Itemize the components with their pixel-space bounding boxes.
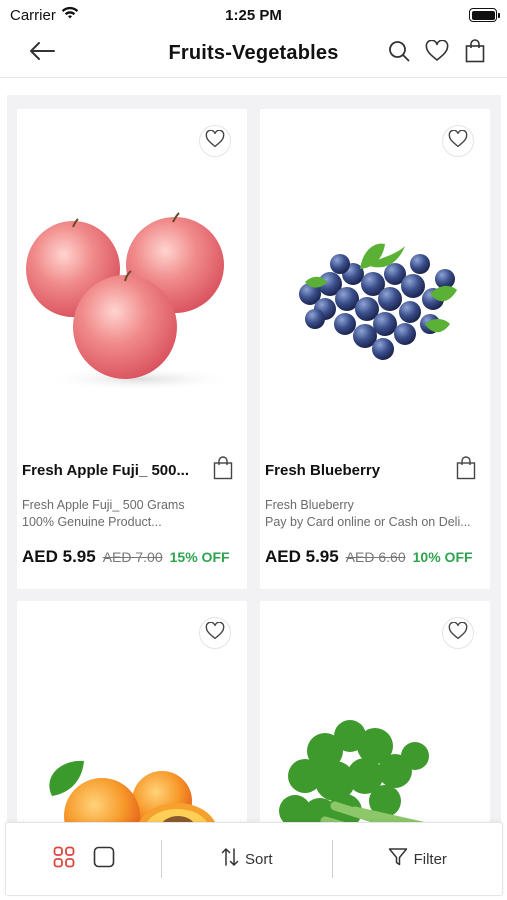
original-price: AED 7.00 <box>102 549 163 565</box>
filter-label: Filter <box>413 850 447 868</box>
product-card[interactable] <box>260 601 490 825</box>
grid-view-icon <box>53 846 75 873</box>
product-description: Fresh Blueberry Pay by Card online or Ca… <box>265 497 484 531</box>
favorite-button[interactable] <box>199 617 231 649</box>
discount-badge: 10% OFF <box>412 549 473 565</box>
add-to-cart-button[interactable] <box>211 455 235 485</box>
back-arrow-icon <box>29 41 55 66</box>
heart-icon <box>205 129 225 153</box>
product-name[interactable]: Fresh Apple Fuji_ 500... <box>22 462 211 479</box>
filter-icon <box>388 847 408 871</box>
description-line: 100% Genuine Product... <box>22 515 162 529</box>
product-image-apricot[interactable] <box>17 711 247 825</box>
wifi-icon <box>61 6 79 24</box>
status-bar: Carrier 1:25 PM <box>0 0 507 30</box>
sort-label: Sort <box>244 850 273 868</box>
product-list: Fresh Apple Fuji_ 500... Fresh Apple Fuj… <box>7 95 501 825</box>
search-button[interactable] <box>387 40 411 67</box>
original-price: AED 6.60 <box>345 549 406 565</box>
carrier-label: Carrier <box>10 6 56 24</box>
product-name[interactable]: Fresh Blueberry <box>265 462 454 479</box>
current-price: AED 5.95 <box>22 547 96 566</box>
back-button[interactable] <box>12 30 72 78</box>
shopping-bag-icon <box>456 455 476 485</box>
search-icon <box>388 40 410 67</box>
shopping-bag-icon <box>213 455 233 485</box>
heart-icon <box>448 621 468 645</box>
sort-icon <box>221 847 239 871</box>
price-row: AED 5.95 AED 7.00 15% OFF <box>22 547 241 567</box>
view-toggle <box>6 846 161 873</box>
heart-icon <box>448 129 468 153</box>
favorite-button[interactable] <box>442 617 474 649</box>
current-price: AED 5.95 <box>265 547 339 566</box>
wishlist-button[interactable] <box>425 39 449 67</box>
description-line: Fresh Blueberry <box>265 498 354 512</box>
app-header: Fruits-Vegetables <box>0 30 507 78</box>
heart-icon <box>205 621 225 645</box>
price-row: AED 5.95 AED 6.60 10% OFF <box>265 547 484 567</box>
product-description: Fresh Apple Fuji_ 500 Grams 100% Genuine… <box>22 497 241 531</box>
description-line: Pay by Card online or Cash on Deli... <box>265 515 471 529</box>
product-card[interactable]: Fresh Blueberry Fresh Blueberry Pay by C… <box>260 109 490 589</box>
description-line: Fresh Apple Fuji_ 500 Grams <box>22 498 185 512</box>
product-image-apple[interactable] <box>17 179 247 419</box>
favorite-button[interactable] <box>442 125 474 157</box>
filter-button[interactable]: Filter <box>333 823 503 895</box>
battery-icon <box>469 8 500 22</box>
add-to-cart-button[interactable] <box>454 455 478 485</box>
list-view-button[interactable] <box>92 846 116 873</box>
discount-badge: 15% OFF <box>169 549 230 565</box>
product-image-blueberry[interactable] <box>260 179 490 419</box>
heart-icon <box>425 39 449 67</box>
list-view-icon <box>93 846 115 873</box>
product-image-celery[interactable] <box>260 711 490 825</box>
sort-button[interactable]: Sort <box>162 823 332 895</box>
cart-button[interactable] <box>463 39 487 68</box>
shopping-bag-icon <box>465 39 485 68</box>
product-card[interactable]: Fresh Apple Fuji_ 500... Fresh Apple Fuj… <box>17 109 247 589</box>
grid-view-button[interactable] <box>52 846 76 873</box>
favorite-button[interactable] <box>199 125 231 157</box>
product-card[interactable] <box>17 601 247 825</box>
bottom-toolbar: Sort Filter <box>5 822 503 896</box>
